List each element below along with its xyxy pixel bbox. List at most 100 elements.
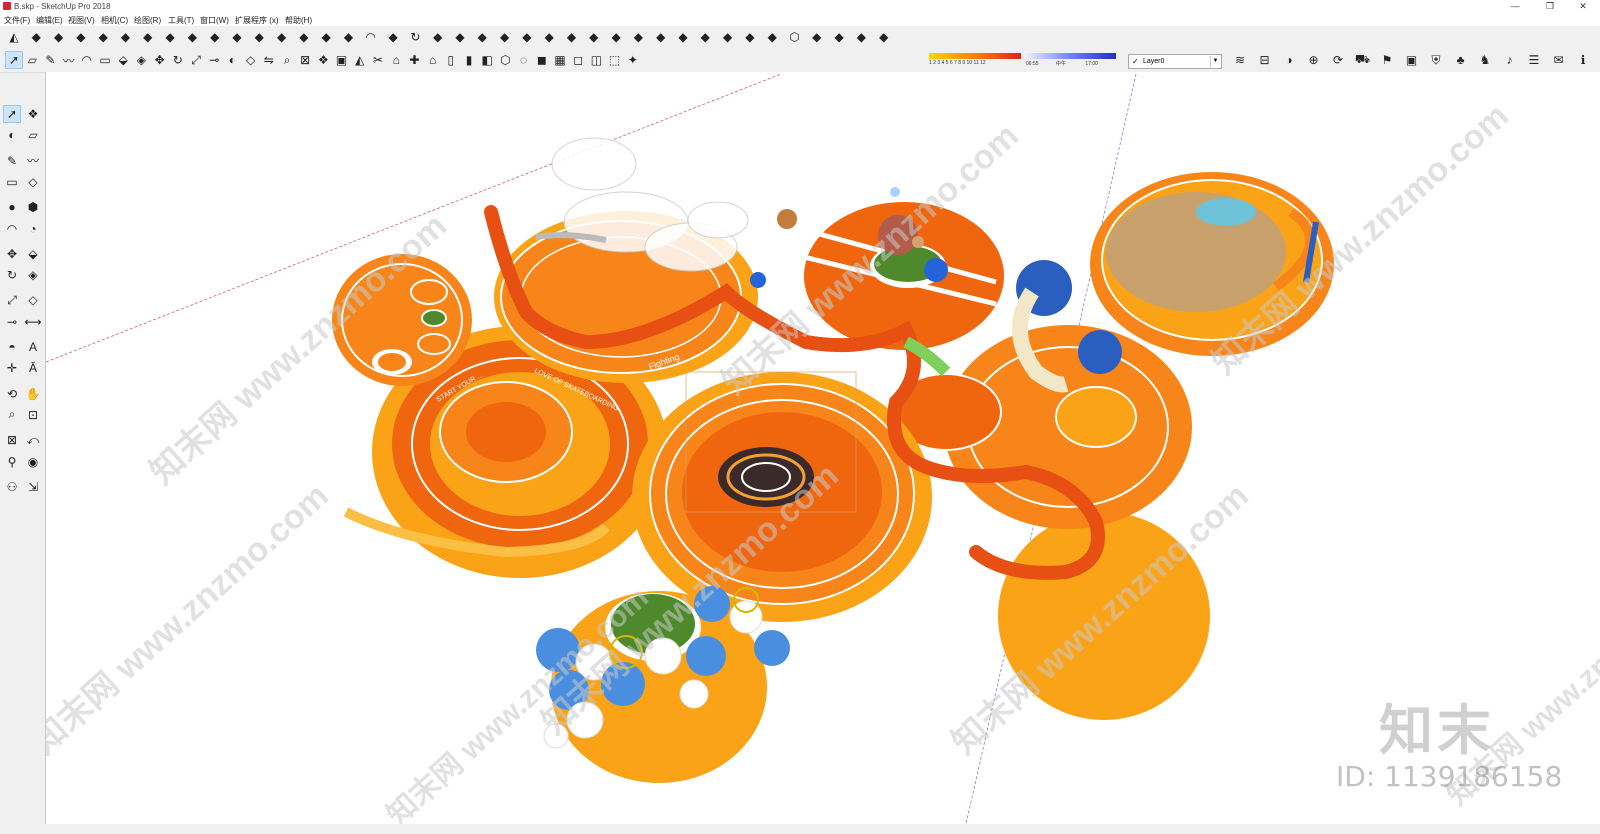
ruler-icon[interactable]: ◆ bbox=[608, 29, 624, 45]
axes-icon[interactable]: ✛ bbox=[4, 360, 20, 376]
layers-icon[interactable]: ◆ bbox=[296, 29, 312, 45]
layer-select[interactable]: ✓ Layer0 ▼ bbox=[1128, 54, 1222, 69]
hex-icon[interactable]: ◆ bbox=[720, 29, 736, 45]
car-icon[interactable]: ⛟ bbox=[1355, 52, 1371, 68]
minimize-button[interactable]: — bbox=[1500, 0, 1530, 13]
back-icon[interactable]: ▮ bbox=[461, 52, 477, 68]
follow-me-icon[interactable]: ◈ bbox=[25, 267, 41, 283]
cut-icon[interactable]: ✂ bbox=[370, 52, 386, 68]
zoom-extents-icon[interactable]: ⊠ bbox=[297, 52, 313, 68]
close-button[interactable]: ✕ bbox=[1568, 0, 1598, 13]
chess-icon[interactable]: ♞ bbox=[1477, 52, 1493, 68]
push-pull-icon[interactable]: ⬙ bbox=[115, 52, 131, 68]
rotate-icon[interactable]: ↻ bbox=[4, 267, 20, 283]
xray-icon[interactable]: ◌ bbox=[516, 52, 532, 68]
sandbox-icon[interactable]: ◭ bbox=[352, 52, 368, 68]
bowl-icon[interactable]: ◆ bbox=[653, 29, 669, 45]
box-select-icon[interactable]: ◆ bbox=[318, 29, 334, 45]
table-icon[interactable]: ◆ bbox=[809, 29, 825, 45]
ramp-icon[interactable]: ◆ bbox=[51, 29, 67, 45]
circle-icon[interactable]: ● bbox=[4, 199, 20, 215]
settings-icon[interactable]: ☰ bbox=[1526, 52, 1542, 68]
previous-view-icon[interactable]: ⤺ bbox=[25, 432, 41, 448]
shade-icon[interactable]: ◆ bbox=[519, 29, 535, 45]
column-icon[interactable]: ◆ bbox=[564, 29, 580, 45]
bevel-icon[interactable]: ◆ bbox=[742, 29, 758, 45]
warehouse-icon[interactable]: ⌂ bbox=[388, 52, 404, 68]
rotate-icon[interactable]: ↻ bbox=[170, 52, 186, 68]
move-icon[interactable]: ✥ bbox=[4, 246, 20, 262]
camera-icon[interactable]: ◆ bbox=[630, 29, 646, 45]
sandbox-icon[interactable]: ◭ bbox=[6, 29, 22, 45]
restore-button[interactable]: ❐ bbox=[1535, 0, 1565, 13]
grid-icon[interactable]: ◆ bbox=[28, 29, 44, 45]
hidden-line-icon[interactable]: ◫ bbox=[588, 52, 604, 68]
leaf-icon[interactable]: ◆ bbox=[274, 29, 290, 45]
shield-icon[interactable]: ⛨ bbox=[1428, 52, 1444, 68]
textured-icon[interactable]: ▦ bbox=[552, 52, 568, 68]
component-icon[interactable]: ❖ bbox=[25, 106, 41, 122]
menu-help[interactable]: 帮助(H) bbox=[285, 15, 312, 26]
walk-icon[interactable]: ⚇ bbox=[4, 479, 20, 495]
wireframe-icon[interactable]: ⬚ bbox=[607, 52, 623, 68]
pie-icon[interactable]: ◔ bbox=[25, 221, 41, 237]
follow-me-icon[interactable]: ◈ bbox=[133, 52, 149, 68]
sweep-icon[interactable]: ◆ bbox=[430, 29, 446, 45]
look-around-icon[interactable]: ◉ bbox=[25, 454, 41, 470]
sail-icon[interactable]: ◆ bbox=[452, 29, 468, 45]
menu-tools[interactable]: 工具(T) bbox=[168, 15, 194, 26]
speaker-icon[interactable]: ♪ bbox=[1502, 52, 1518, 68]
paint-icon[interactable]: ◐ bbox=[224, 52, 240, 68]
model-viewport[interactable]: START YOUR ... LOVE OF SKATEBOARDING Fig… bbox=[45, 72, 1600, 824]
cube-icon[interactable]: ◆ bbox=[341, 29, 357, 45]
select-icon[interactable]: ➚ bbox=[5, 51, 23, 69]
arc-icon[interactable]: ◠ bbox=[79, 52, 95, 68]
info-icon[interactable]: ℹ bbox=[1575, 52, 1591, 68]
tree-icon[interactable]: ♣ bbox=[1453, 52, 1469, 68]
offset-icon[interactable]: ◇ bbox=[25, 292, 41, 308]
rect-icon[interactable]: ▭ bbox=[97, 52, 113, 68]
fog-icon[interactable]: ≋ bbox=[1232, 52, 1248, 68]
sign-icon[interactable]: ⚑ bbox=[1379, 52, 1395, 68]
menu-edit[interactable]: 编辑(E) bbox=[36, 15, 63, 26]
protractor-icon[interactable]: ◓ bbox=[4, 339, 20, 355]
style-icon[interactable]: ✦ bbox=[625, 52, 641, 68]
rect-icon[interactable]: ▭ bbox=[4, 174, 20, 190]
menu-view[interactable]: 视图(V) bbox=[68, 15, 95, 26]
zoom-extents-icon[interactable]: ⊠ bbox=[4, 432, 20, 448]
chat-icon[interactable]: ✉ bbox=[1551, 52, 1567, 68]
pipe-icon[interactable]: ◆ bbox=[140, 29, 156, 45]
temple-icon[interactable]: ◆ bbox=[497, 29, 513, 45]
menu-extensions[interactable]: 扩展程序 (x) bbox=[235, 15, 279, 26]
home-icon[interactable]: ⌂ bbox=[425, 52, 441, 68]
rotated-rect-icon[interactable]: ◇ bbox=[25, 174, 41, 190]
left-icon[interactable]: ◧ bbox=[479, 52, 495, 68]
bend-icon[interactable]: ◆ bbox=[118, 29, 134, 45]
scale-icon[interactable]: ⤢ bbox=[4, 292, 20, 308]
shadow-month-slider[interactable]: 1 2 3 4 5 6 7 8 9 10 11 12 bbox=[929, 53, 1021, 68]
scale-icon[interactable]: ⤢ bbox=[188, 52, 204, 68]
push-pull-icon[interactable]: ⬙ bbox=[25, 246, 41, 262]
monochrome-icon[interactable]: ◻ bbox=[570, 52, 586, 68]
photo-icon[interactable]: ▣ bbox=[1404, 52, 1420, 68]
menu-draw[interactable]: 绘图(R) bbox=[134, 15, 161, 26]
bars-icon[interactable]: ◆ bbox=[73, 29, 89, 45]
solid-icon[interactable]: ◆ bbox=[675, 29, 691, 45]
geo-icon[interactable]: ⊕ bbox=[1306, 52, 1322, 68]
bottle-icon[interactable]: ◆ bbox=[586, 29, 602, 45]
group-icon[interactable]: ▣ bbox=[334, 52, 350, 68]
position-camera-icon[interactable]: ⚲ bbox=[4, 454, 20, 470]
update-icon[interactable]: ⟳ bbox=[1330, 52, 1346, 68]
loop-icon[interactable]: ◆ bbox=[207, 29, 223, 45]
zoom-window-icon[interactable]: ⊡ bbox=[25, 407, 41, 423]
shadow-time-slider[interactable]: 06:55 中午 17:00 bbox=[1026, 53, 1116, 68]
arc-icon[interactable]: ◠ bbox=[4, 221, 20, 237]
component-icon[interactable]: ❖ bbox=[315, 52, 331, 68]
stack-icon[interactable]: ◆ bbox=[764, 29, 780, 45]
pencil-icon[interactable]: ✎ bbox=[42, 52, 58, 68]
move-icon[interactable]: ✥ bbox=[152, 52, 168, 68]
iso-icon[interactable]: ⬡ bbox=[787, 29, 803, 45]
block-icon[interactable]: ◆ bbox=[876, 29, 892, 45]
grid-dots-icon[interactable]: ◆ bbox=[541, 29, 557, 45]
eraser-icon[interactable]: ▱ bbox=[24, 52, 40, 68]
